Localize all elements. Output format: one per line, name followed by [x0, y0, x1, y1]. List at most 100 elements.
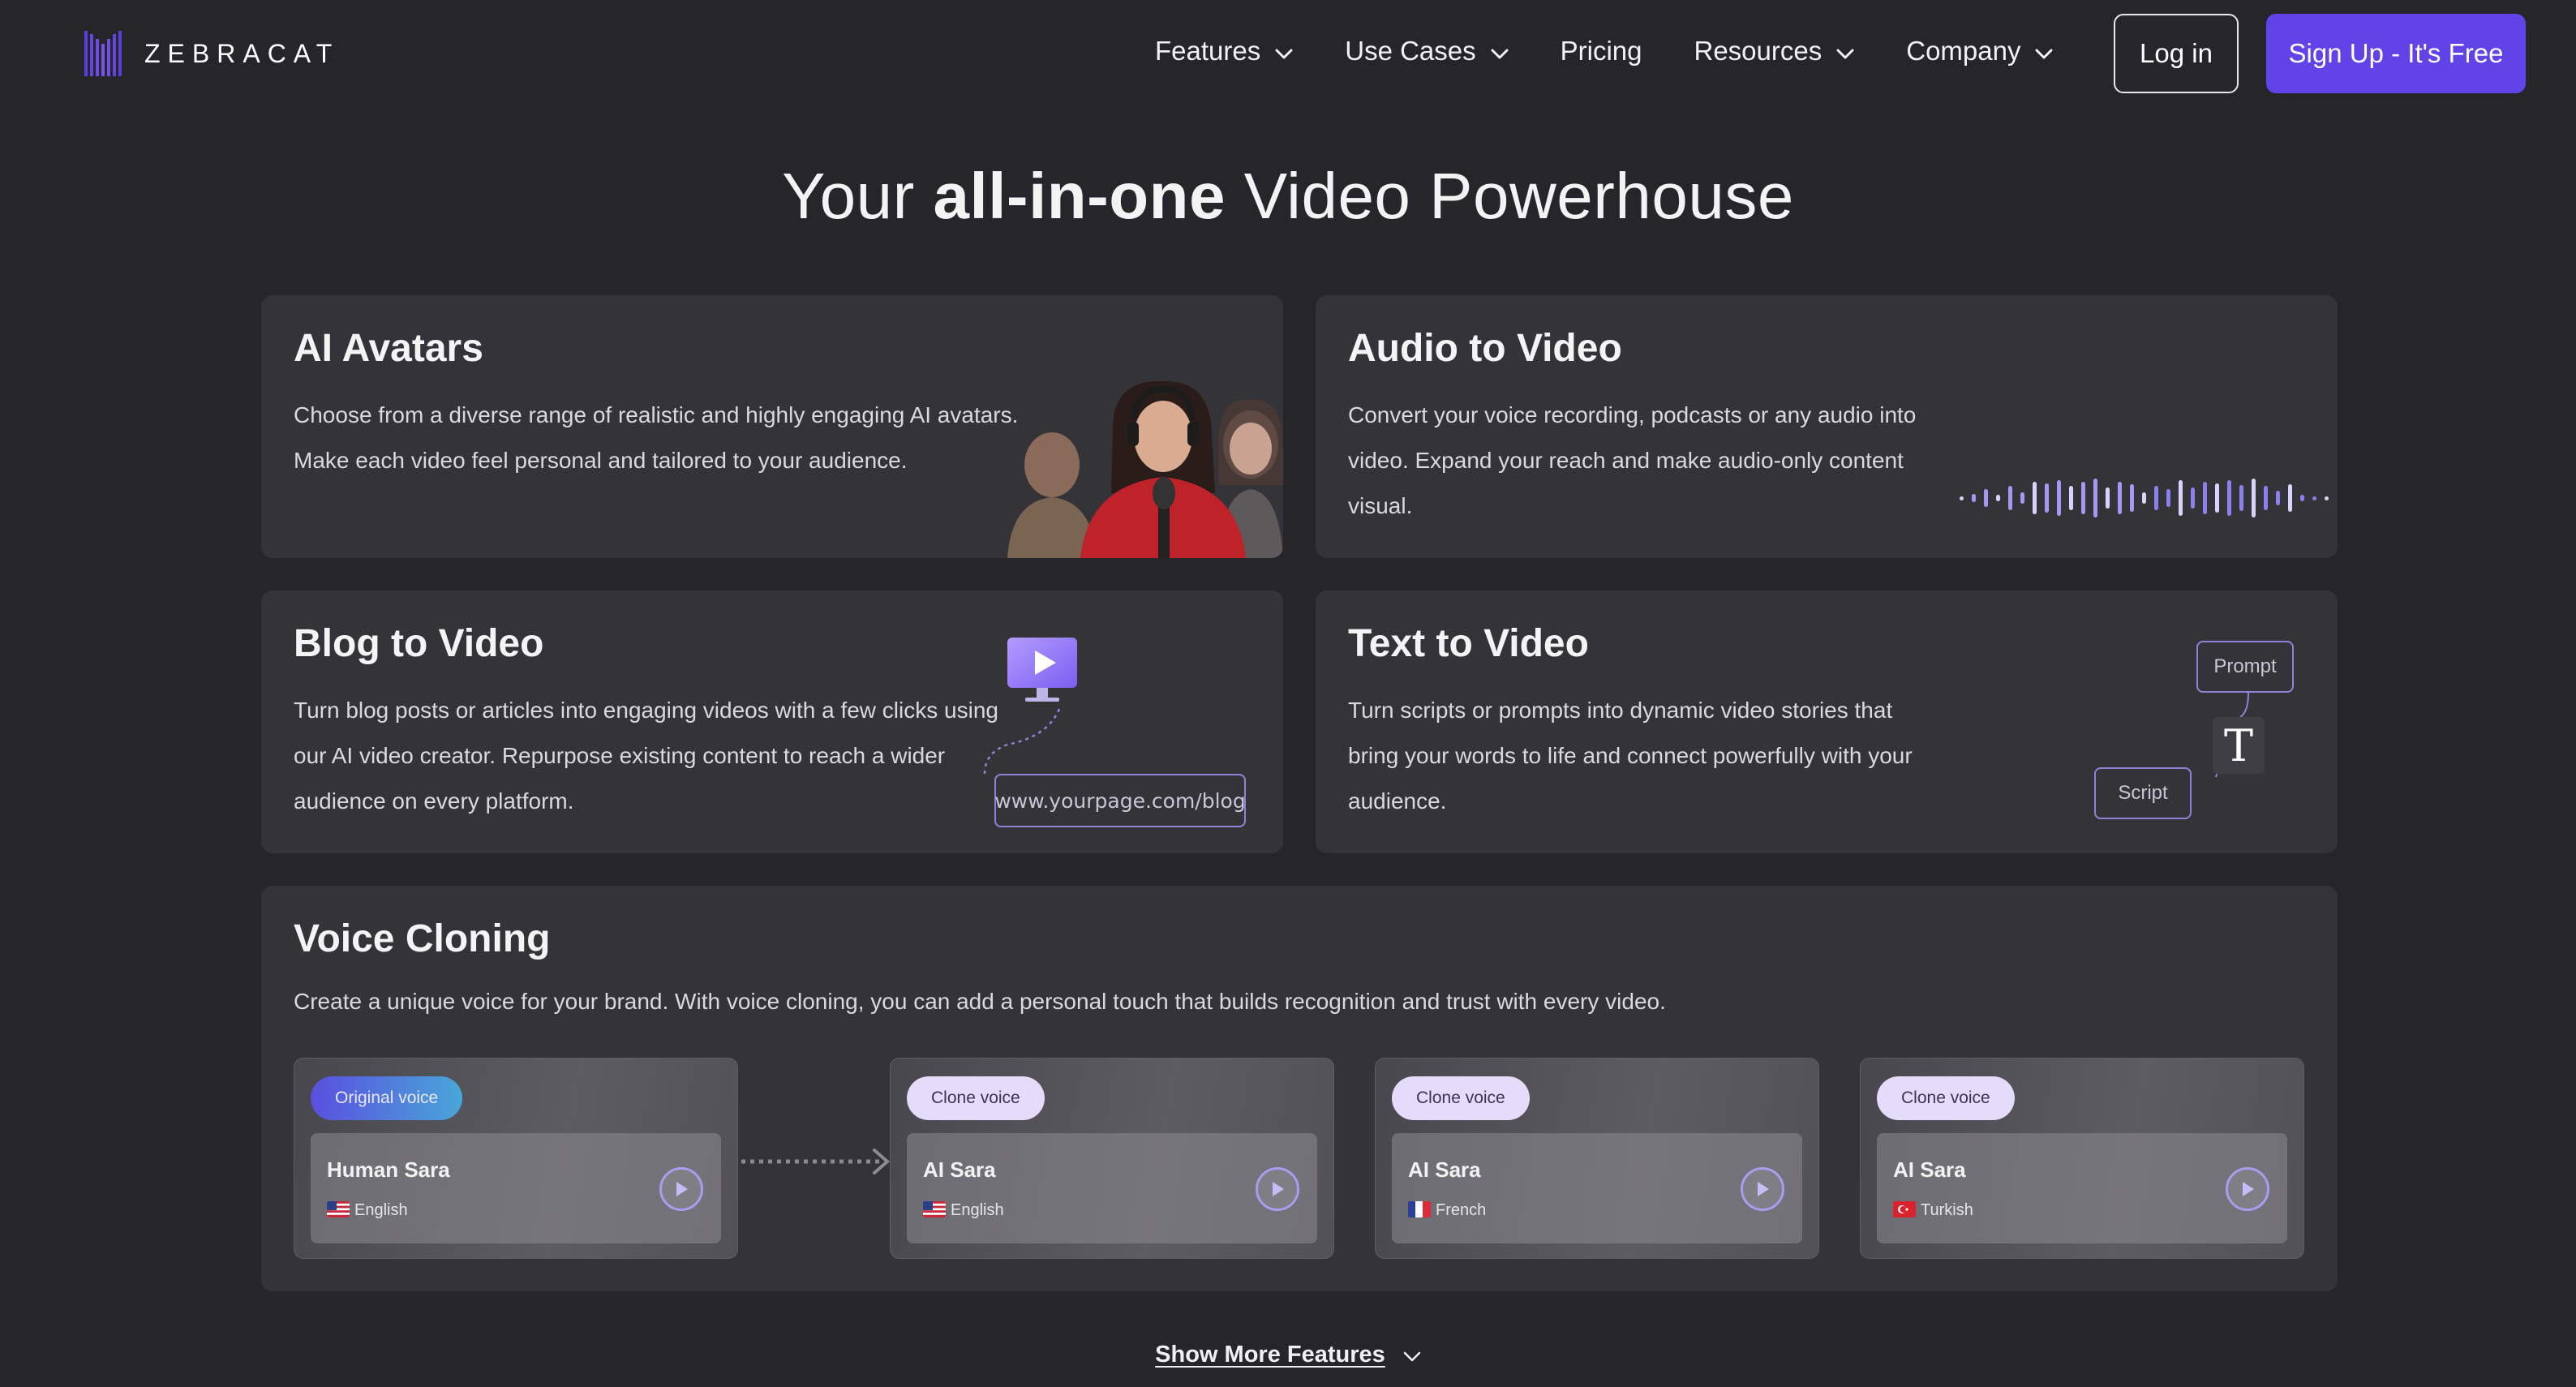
avatars-illustration — [1007, 380, 1283, 558]
card-title: Voice Cloning — [294, 917, 551, 960]
waveform-bar — [2081, 482, 2085, 514]
waveform-bar — [2069, 486, 2073, 510]
waveform-bar — [2239, 485, 2243, 511]
voice-tag: Original voice — [311, 1076, 463, 1120]
waveform-bar — [2154, 486, 2158, 510]
brand-name: ZEBRACAT — [144, 38, 340, 68]
play-icon — [676, 1182, 688, 1196]
voice-tag: Clone voice — [907, 1076, 1045, 1120]
page-title: Your all-in-one Video Powerhouse — [0, 159, 2576, 234]
voice-player: Human Sara English — [311, 1133, 721, 1243]
chevron-down-icon — [1491, 36, 1509, 67]
dotted-arrow-icon — [741, 1149, 891, 1174]
waveform-bar — [2312, 496, 2316, 500]
chevron-down-icon — [2035, 36, 2053, 67]
signup-button[interactable]: Sign Up - It's Free — [2266, 14, 2526, 93]
voice-name: AI Sara — [923, 1157, 996, 1182]
nav-use-cases[interactable]: Use Cases — [1345, 36, 1509, 67]
chevron-down-icon — [1403, 1342, 1421, 1369]
fr-flag-icon — [1408, 1201, 1431, 1217]
card-title: Blog to Video — [294, 622, 544, 665]
play-icon — [1758, 1182, 1769, 1196]
waveform-bar — [1960, 496, 1964, 500]
voice-card-clone-english: Clone voice AI Sara English — [890, 1058, 1334, 1259]
waveform-bar — [2106, 487, 2110, 509]
nav-company[interactable]: Company — [1906, 36, 2053, 67]
waveform-bar — [1996, 495, 2000, 501]
voice-player: AI Sara French — [1392, 1133, 1802, 1243]
title-bold: all-in-one — [933, 160, 1226, 232]
play-icon — [2243, 1182, 2254, 1196]
play-button[interactable] — [1741, 1167, 1784, 1211]
text-t-icon: T — [2213, 717, 2265, 774]
title-prefix: Your — [782, 160, 934, 232]
feature-card-audio-to-video[interactable]: Audio to Video Convert your voice record… — [1316, 295, 2338, 558]
waveform-bar — [2057, 480, 2061, 516]
voice-tag: Clone voice — [1877, 1076, 2015, 1120]
voice-language: English — [951, 1201, 1004, 1219]
waveform-bar — [2130, 484, 2134, 512]
voice-name: Human Sara — [327, 1157, 450, 1182]
card-title: AI Avatars — [294, 327, 483, 370]
play-button[interactable] — [1256, 1167, 1299, 1211]
show-more-features-link[interactable]: Show More Features — [0, 1342, 2576, 1369]
waveform-bar — [1972, 494, 1976, 502]
waveform-bar — [2033, 482, 2037, 514]
feature-card-blog-to-video[interactable]: Blog to Video Turn blog posts or article… — [261, 590, 1283, 853]
waveform-bar — [2179, 480, 2183, 516]
feature-card-voice-cloning[interactable]: Voice Cloning Create a unique voice for … — [261, 886, 2338, 1291]
play-button[interactable] — [2226, 1167, 2269, 1211]
voice-tag: Clone voice — [1392, 1076, 1530, 1120]
nav-features-label: Features — [1155, 36, 1261, 66]
nav-company-label: Company — [1906, 36, 2021, 66]
title-suffix: Video Powerhouse — [1226, 160, 1794, 232]
tr-flag-icon — [1893, 1201, 1916, 1217]
voice-name: AI Sara — [1893, 1157, 1966, 1182]
play-button[interactable] — [659, 1167, 703, 1211]
card-description: Convert your voice recording, podcasts o… — [1348, 402, 1917, 518]
waveform-bar — [2252, 479, 2256, 517]
nav-links: Features Use Cases Pricing Resources Com… — [1155, 36, 2105, 67]
waveform-bar — [2093, 479, 2097, 517]
us-flag-icon — [923, 1201, 946, 1217]
waveform-bar — [2325, 496, 2329, 500]
waveform-bar — [2142, 492, 2146, 504]
waveform-bar — [2276, 491, 2280, 505]
card-title: Text to Video — [1348, 622, 1589, 665]
zebracat-logo-icon — [84, 31, 122, 76]
chevron-down-icon — [1836, 36, 1854, 67]
chevron-down-icon — [1275, 36, 1293, 67]
waveform-bar — [2264, 486, 2268, 510]
voice-language: Turkish — [1921, 1201, 1973, 1219]
waveform-bar — [2118, 482, 2122, 514]
waveform-bar — [2020, 492, 2024, 504]
card-title: Audio to Video — [1348, 327, 1622, 370]
prompt-chip: Prompt — [2196, 641, 2294, 693]
us-flag-icon — [327, 1201, 350, 1217]
nav-pricing-label: Pricing — [1560, 36, 1642, 66]
voice-card-clone-french: Clone voice AI Sara French — [1375, 1058, 1819, 1259]
nav-features[interactable]: Features — [1155, 36, 1293, 67]
blog-url-field: www.yourpage.com/blog — [994, 774, 1246, 827]
nav-use-cases-label: Use Cases — [1345, 36, 1476, 66]
audio-waveform-icon — [1960, 479, 2329, 517]
feature-card-ai-avatars[interactable]: AI Avatars Choose from a diverse range o… — [261, 295, 1283, 558]
waveform-bar — [2215, 483, 2219, 513]
nav-resources[interactable]: Resources — [1694, 36, 1855, 67]
brand-logo[interactable]: ZEBRACAT — [84, 31, 339, 76]
waveform-bar — [2045, 483, 2049, 513]
feature-card-text-to-video[interactable]: Text to Video Turn scripts or prompts in… — [1316, 590, 2338, 853]
voice-language: English — [354, 1201, 408, 1219]
play-icon — [1273, 1182, 1284, 1196]
login-button[interactable]: Log in — [2114, 14, 2239, 93]
waveform-bar — [2227, 480, 2231, 516]
top-navigation: ZEBRACAT Features Use Cases Pricing Reso… — [0, 0, 2576, 105]
waveform-bar — [2203, 482, 2207, 514]
waveform-bar — [2288, 484, 2292, 512]
script-chip: Script — [2094, 767, 2192, 819]
nav-pricing[interactable]: Pricing — [1561, 36, 1642, 67]
voice-card-clone-turkish: Clone voice AI Sara Turkish — [1860, 1058, 2304, 1259]
voice-name: AI Sara — [1408, 1157, 1481, 1182]
voice-language: French — [1436, 1201, 1487, 1219]
waveform-bar — [2166, 489, 2170, 507]
